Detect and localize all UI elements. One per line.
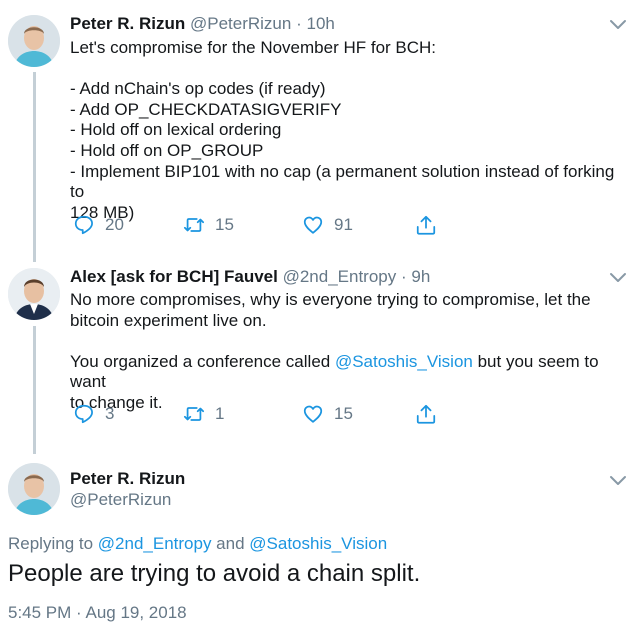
tweet-text-line: No more compromises, why is everyone try… — [70, 290, 591, 309]
author-handle[interactable]: @PeterRizun — [70, 490, 171, 510]
heart-icon — [303, 405, 323, 423]
avatar[interactable] — [8, 15, 60, 67]
tweet-text-line: - Hold off on lexical ordering — [70, 120, 282, 140]
chevron-down-icon[interactable] — [608, 470, 628, 490]
like-button[interactable]: 15 — [302, 401, 353, 427]
chevron-down-icon[interactable] — [608, 14, 628, 34]
share-icon — [416, 215, 436, 235]
like-count: 91 — [334, 215, 353, 234]
tweet-text-line: You organized a conference called @Satos… — [70, 352, 630, 393]
retweet-count: 15 — [215, 215, 234, 234]
chevron-down-icon[interactable] — [608, 267, 628, 287]
avatar-peter-image — [8, 463, 60, 515]
author-handle[interactable]: @2nd_Entropy — [283, 267, 397, 286]
tweet-text-line: - Implement BIP101 with no cap (a perman… — [70, 161, 620, 202]
reply-icon — [74, 404, 93, 424]
tweet-actions: 3 1 15 — [70, 401, 450, 427]
tweet-text-line — [70, 59, 630, 80]
like-count: 15 — [334, 404, 353, 423]
reply-button[interactable]: 3 — [73, 401, 114, 427]
heart-icon — [303, 216, 323, 234]
tweet-text: No more compromises, why is everyone try… — [70, 290, 630, 414]
avatar-peter-image — [8, 15, 60, 67]
mention-link[interactable]: @Satoshis_Vision — [249, 534, 387, 553]
share-button[interactable] — [415, 212, 437, 238]
reply-count: 3 — [105, 404, 115, 423]
reply-button[interactable]: 20 — [73, 212, 124, 238]
thread-line-1 — [33, 72, 36, 262]
share-icon — [416, 404, 436, 424]
tweet-text: Let's compromise for the November HF for… — [70, 38, 630, 223]
avatar[interactable] — [8, 463, 60, 515]
author-name[interactable]: Peter R. Rizun — [70, 469, 185, 489]
like-button[interactable]: 91 — [302, 212, 353, 238]
tweet-text-line: - Hold off on OP_GROUP — [70, 140, 264, 160]
tweet-timestamp[interactable]: 5:45 PM · Aug 19, 2018 — [8, 603, 187, 623]
replying-and: and — [211, 534, 250, 553]
tweet-text-line: - Add nChain's op codes (if ready) — [70, 79, 326, 99]
thread-line-2 — [33, 326, 36, 454]
author-name[interactable]: Peter R. Rizun — [70, 14, 185, 33]
retweet-button[interactable]: 1 — [183, 401, 224, 427]
reply-count: 20 — [105, 215, 124, 234]
avatar[interactable] — [8, 268, 60, 320]
mention-link[interactable]: @2nd_Entropy — [98, 534, 212, 553]
tweet-time[interactable]: 9h — [411, 267, 430, 286]
retweet-count: 1 — [215, 404, 225, 423]
separator-dot: · — [296, 14, 302, 33]
retweet-button[interactable]: 15 — [183, 212, 234, 238]
replying-to: Replying to @2nd_Entropy and @Satoshis_V… — [8, 534, 387, 554]
separator-dot: · — [400, 267, 407, 286]
author-name[interactable]: Alex [ask for BCH] Fauvel — [70, 267, 278, 286]
share-button[interactable] — [415, 401, 437, 427]
focused-tweet-text: People are trying to avoid a chain split… — [8, 560, 421, 587]
retweet-icon — [183, 218, 205, 232]
author-handle[interactable]: @PeterRizun — [190, 14, 291, 33]
avatar-alex-image — [8, 268, 60, 320]
tweet-text-line: - Add OP_CHECKDATASIGVERIFY — [70, 99, 342, 119]
reply-icon — [74, 215, 93, 235]
retweet-icon — [183, 407, 205, 421]
tweet-text-line: bitcoin experiment live on. — [70, 310, 267, 330]
tweet-actions: 20 15 91 — [70, 212, 450, 238]
replying-prefix: Replying to — [8, 534, 98, 553]
tweet-text-segment: You organized a conference called — [70, 351, 335, 371]
tweet-text-line: Let's compromise for the November HF for… — [70, 38, 437, 57]
mention-link[interactable]: @Satoshis_Vision — [335, 352, 473, 371]
tweet-time[interactable]: 10h — [306, 14, 334, 33]
